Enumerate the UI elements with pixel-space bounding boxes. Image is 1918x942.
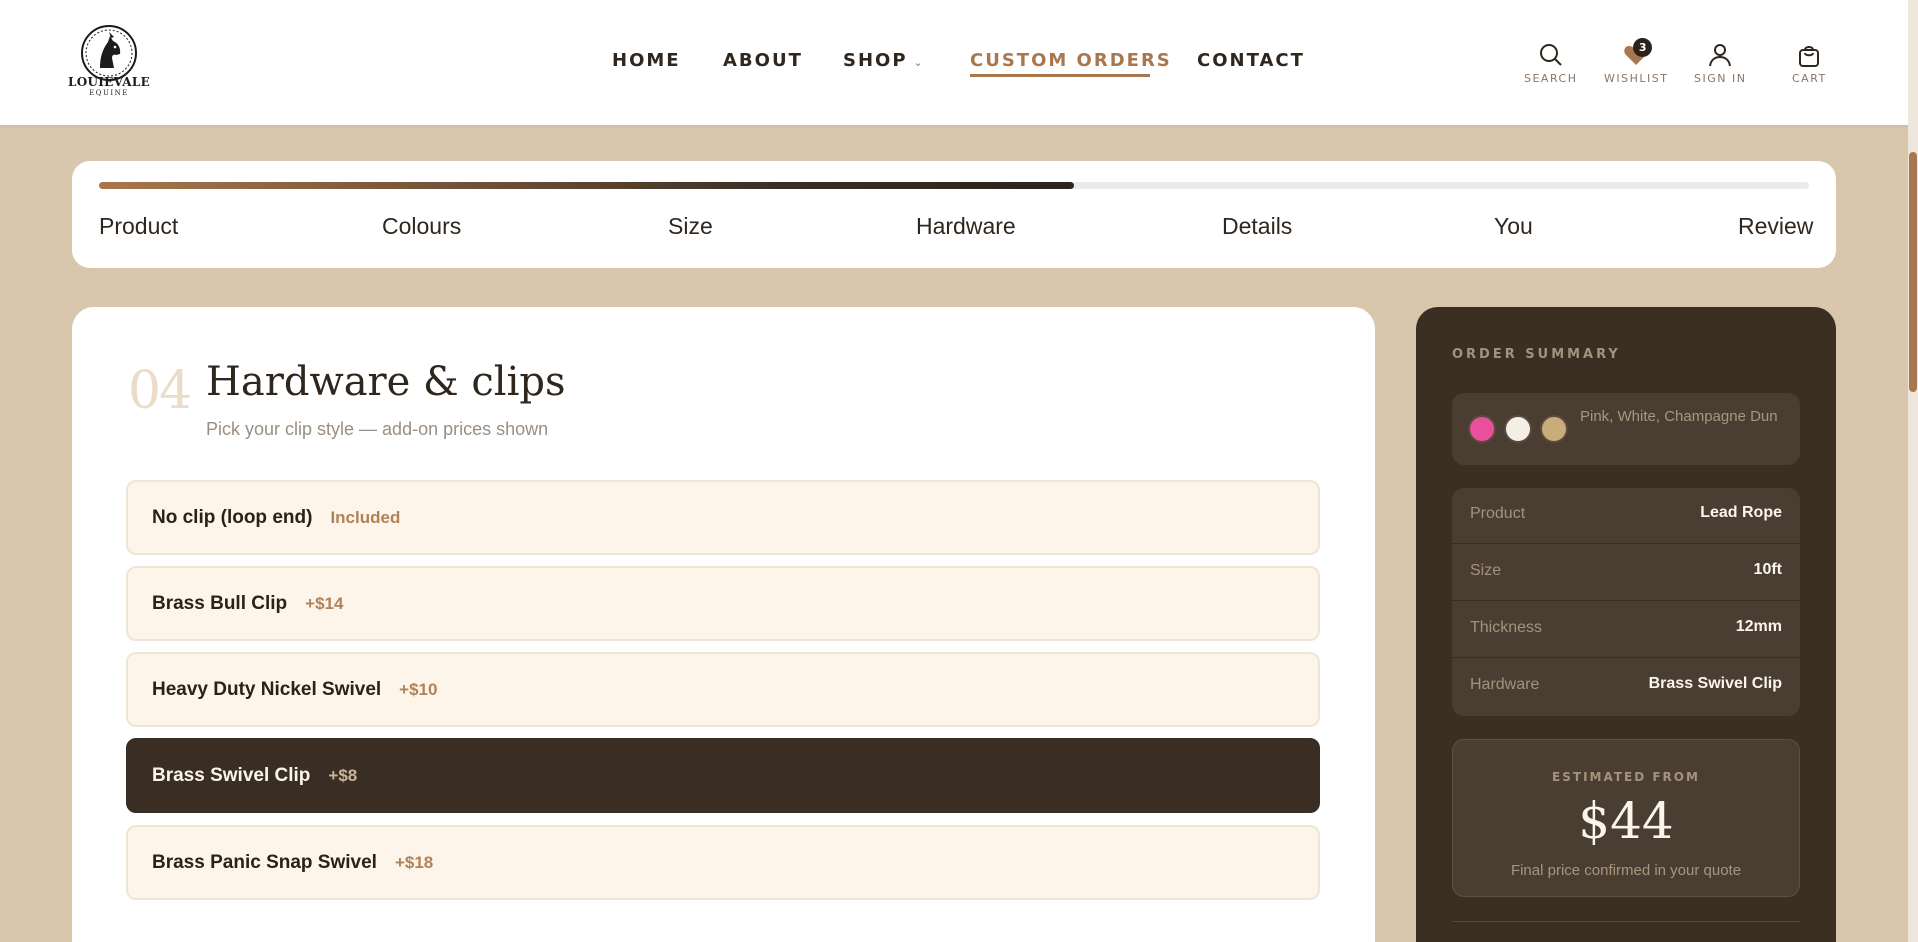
summary-rows: Product Lead Rope Size 10ft Thickness 12… [1452, 488, 1800, 716]
search-label: SEARCH [1524, 72, 1578, 85]
wishlist-label: WISHLIST [1604, 72, 1669, 85]
step-you[interactable]: You [1494, 213, 1533, 240]
search-icon [1539, 44, 1562, 66]
nav-contact[interactable]: CONTACT [1197, 50, 1305, 71]
estimate-price: $44 [1578, 792, 1674, 850]
colour-swatch-pink [1468, 415, 1496, 443]
colour-swatch-white [1504, 415, 1532, 443]
summary-divider [1452, 921, 1800, 922]
summary-row-label: Size [1470, 562, 1502, 579]
page-title: Hardware & clips [206, 359, 566, 405]
nav-about[interactable]: ABOUT [723, 50, 803, 71]
summary-row-thickness: Thickness 12mm [1452, 602, 1800, 658]
search-button[interactable]: SEARCH [1524, 42, 1578, 85]
colour-swatch-champagne-dun [1540, 415, 1568, 443]
progress-fill [99, 182, 1074, 189]
wishlist-count-badge: 3 [1633, 38, 1653, 57]
chevron-down-icon: ⌄ [913, 56, 925, 69]
brand-logo[interactable]: LOUIEVALE EQUINE [68, 14, 150, 106]
selected-colours: Pink, White, Champagne Dun [1452, 393, 1800, 465]
option-price: +$14 [305, 593, 344, 613]
summary-row-hardware: Hardware Brass Swivel Clip [1452, 659, 1800, 715]
option-brass-swivel-clip[interactable]: Brass Swivel Clip +$8 [126, 738, 1320, 813]
summary-row-product: Product Lead Rope [1452, 488, 1800, 544]
step-colours[interactable]: Colours [382, 213, 461, 240]
nav-custom-orders[interactable]: CUSTOM ORDERS [970, 50, 1172, 71]
brand-name: LOUIEVALE [67, 74, 151, 89]
scrollbar-track[interactable] [1908, 0, 1918, 942]
step-number: 04 [128, 361, 192, 421]
option-brass-panic-snap-swivel[interactable]: Brass Panic Snap Swivel +$18 [126, 825, 1320, 900]
order-summary-title: ORDER SUMMARY [1452, 347, 1621, 362]
step-product[interactable]: Product [99, 213, 178, 240]
option-price: Included [330, 507, 401, 527]
step-review[interactable]: Review [1738, 213, 1813, 240]
site-header: LOUIEVALE EQUINE HOME ABOUT SHOP ⌄ CUSTOM… [0, 0, 1908, 126]
summary-row-value: 12mm [1735, 618, 1782, 635]
nav-shop-label: SHOP [843, 50, 908, 71]
summary-row-value: 10ft [1753, 561, 1782, 578]
colours-text: Pink, White, Champagne Dun [1580, 408, 1778, 425]
horse-head-logo-icon [81, 24, 137, 81]
option-name: Brass Bull Clip [152, 592, 288, 614]
step-details[interactable]: Details [1222, 213, 1292, 240]
wishlist-button[interactable]: 3 WISHLIST [1604, 38, 1669, 85]
estimate-label: ESTIMATED FROM [1552, 770, 1700, 784]
option-price: +$8 [328, 765, 358, 785]
estimate-note: Final price confirmed in your quote [1510, 862, 1742, 879]
active-nav-underline [970, 74, 1150, 77]
nav-shop[interactable]: SHOP ⌄ [843, 50, 925, 71]
hardware-step-card: 04 Hardware & clips Pick your clip style… [72, 307, 1375, 942]
option-price: +$10 [399, 679, 438, 699]
option-name: Brass Swivel Clip [152, 764, 311, 786]
brand-subtitle: EQUINE [89, 88, 129, 97]
cart-button[interactable]: CART [1792, 42, 1827, 85]
shopping-bag-icon [1799, 46, 1820, 67]
option-name: Brass Panic Snap Swivel [152, 851, 377, 873]
sign-in-label: SIGN IN [1694, 72, 1747, 85]
summary-row-label: Thickness [1470, 619, 1543, 636]
step-hardware[interactable]: Hardware [916, 213, 1016, 240]
summary-row-size: Size 10ft [1452, 545, 1800, 601]
summary-row-label: Product [1470, 505, 1526, 522]
progress-stepper: Product Colours Size Hardware Details Yo… [72, 161, 1836, 268]
nav-home[interactable]: HOME [612, 50, 681, 71]
user-icon [1709, 44, 1732, 67]
option-brass-bull-clip[interactable]: Brass Bull Clip +$14 [126, 566, 1320, 641]
sign-in-button[interactable]: SIGN IN [1694, 42, 1746, 85]
option-price: +$18 [394, 852, 434, 872]
cart-label: CART [1792, 72, 1827, 85]
page-subtitle: Pick your clip style — add-on prices sho… [206, 419, 549, 439]
progress-track [99, 182, 1809, 189]
step-size[interactable]: Size [668, 213, 713, 240]
summary-row-value: Lead Rope [1700, 504, 1782, 521]
scrollbar-thumb[interactable] [1909, 152, 1917, 392]
estimate-box: ESTIMATED FROM $44 Final price confirmed… [1452, 739, 1800, 897]
option-name: No clip (loop end) [152, 506, 313, 528]
summary-row-label: Hardware [1470, 676, 1540, 693]
option-heavy-duty-nickel-swivel[interactable]: Heavy Duty Nickel Swivel +$10 [126, 652, 1320, 727]
option-no-clip[interactable]: No clip (loop end) Included [126, 480, 1320, 555]
option-name: Heavy Duty Nickel Swivel [152, 678, 382, 700]
order-summary-panel: ORDER SUMMARY Pink, White, Champagne Dun… [1416, 307, 1836, 942]
summary-row-value: Brass Swivel Clip [1648, 675, 1782, 692]
